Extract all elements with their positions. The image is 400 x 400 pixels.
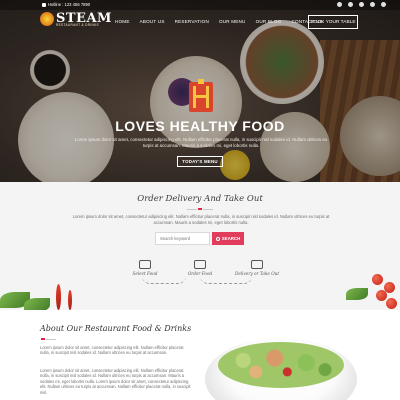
salad-image: [218, 342, 344, 388]
step-delivery: Delivery or Take Out: [232, 260, 282, 276]
search-icon: [215, 236, 220, 241]
hotline: Hotline : 123 456 7890: [42, 2, 90, 7]
top-bar: Hotline : 123 456 7890: [0, 0, 400, 10]
facebook-icon[interactable]: [337, 2, 342, 7]
page: Hotline : 123 456 7890 STEAM RESTAURANT …: [0, 0, 400, 400]
site-logo[interactable]: STEAM RESTAURANT & DRINKS: [40, 12, 112, 27]
search-input[interactable]: [155, 232, 210, 245]
main-nav: HOME ABOUT US RESERVATION OUR MENU OUR B…: [110, 19, 328, 24]
linkedin-icon[interactable]: [370, 2, 375, 7]
about-paragraph: Lorem ipsum dolor sit amet, consectetur …: [40, 368, 191, 395]
order-description: Lorem ipsum dolor sit amet, consectetur …: [72, 214, 330, 225]
nav-item-our-blog[interactable]: OUR BLOG: [251, 19, 287, 24]
delivery-truck-icon: [251, 260, 263, 269]
step-connector: [200, 276, 252, 284]
nav-item-about-us[interactable]: ABOUT US: [135, 19, 170, 24]
order-steps: Select Food Order Food Delivery or Take …: [120, 250, 280, 284]
search-button[interactable]: SEARCH: [212, 232, 244, 245]
nav-item-home[interactable]: HOME: [110, 19, 135, 24]
step-label: Order Food: [187, 271, 213, 276]
phone-icon: [42, 2, 46, 7]
about-section-title: About Our Restaurant Food & Drinks: [40, 324, 192, 333]
about-paragraph: Lorem ipsum dolor sit amet, consectetur …: [40, 345, 184, 356]
title-divider: [40, 338, 68, 340]
todays-menu-button[interactable]: TODAY'S MENU: [177, 156, 223, 167]
step-label: Delivery or Take Out: [234, 271, 280, 276]
phone-order-icon: [194, 260, 206, 269]
about-section: About Our Restaurant Food & Drinks Lorem…: [0, 310, 400, 400]
hero-banner: Hotline : 123 456 7890 STEAM RESTAURANT …: [0, 0, 400, 182]
twitter-icon[interactable]: [348, 2, 353, 7]
pinterest-icon[interactable]: [381, 2, 386, 7]
search-button-label: SEARCH: [221, 236, 241, 241]
step-select-food: Select Food: [120, 260, 170, 276]
order-section-title: Order Delivery And Take Out: [137, 194, 263, 204]
title-divider: [186, 208, 214, 210]
fork-knife-logo-icon: [189, 79, 213, 112]
social-links: [337, 2, 386, 7]
hero-title: LOVES HEALTHY FOOD: [115, 118, 285, 134]
book-table-button[interactable]: BOOK YOUR TABLE: [308, 15, 358, 29]
google-plus-icon[interactable]: [359, 2, 364, 7]
step-connector: [142, 276, 186, 284]
logo-tagline: RESTAURANT & DRINKS: [56, 23, 99, 27]
logo-icon: [40, 12, 54, 26]
hotline-text: Hotline : 123 456 7890: [48, 2, 91, 7]
hero-description: Lorem ipsum dolor sit amet, consectetur …: [74, 137, 328, 148]
food-tray-icon: [139, 260, 151, 269]
nav-item-our-menu[interactable]: OUR MENU: [214, 19, 251, 24]
step-order-food: Order Food: [175, 260, 225, 276]
step-label: Select Food: [132, 271, 158, 276]
nav-item-reservation[interactable]: RESERVATION: [170, 19, 214, 24]
